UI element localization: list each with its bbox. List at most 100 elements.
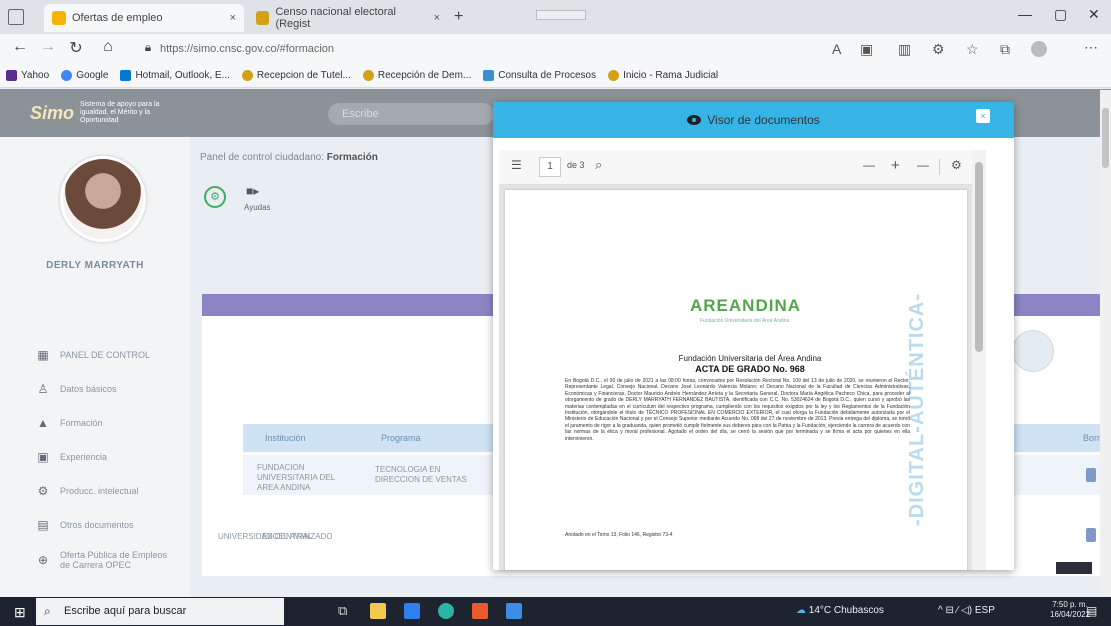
eye-icon [687,115,702,125]
lock-icon: 🔒︎ [144,40,152,54]
office-icon[interactable] [472,603,488,619]
tab-close-icon[interactable]: × [434,12,440,24]
zoom-in-button[interactable]: + [891,157,900,174]
logo-text: Sistema de apoyo para la igualdad, el Mé… [80,101,160,124]
sidebar-item-formacion[interactable]: ▲ Formación [36,416,102,430]
user-avatar[interactable] [60,156,146,242]
page-number-input[interactable]: 1 [539,157,561,177]
user-icon: ♙ [37,382,49,396]
new-tab-button[interactable]: + [454,8,463,26]
page-scrollbar-thumb[interactable] [1102,108,1109,168]
more-options-icon[interactable]: ⋯ [1084,39,1098,56]
taskbar-clock[interactable]: 7:50 p. m. 16/04/2022 [1050,600,1090,620]
tab-actions-icon[interactable] [8,9,24,25]
toolbar-divider [939,159,940,175]
notification-icon[interactable]: ▤ [1086,604,1097,618]
sidebar-item-datos-basicos[interactable]: ♙ Datos básicos [36,382,117,396]
sidebar-item-experiencia[interactable]: ▣ Experiencia [36,450,107,464]
favorites-bar: Yahoo Google Hotmail, Outlook, E... Rece… [0,64,1111,88]
cell-programa: EXCEL AVANZADO [262,532,333,541]
favorite-recepcion-demanda[interactable]: Recepción de Dem... [362,70,471,81]
favorites-star-icon[interactable]: ☆ [966,41,979,58]
edge-icon[interactable] [438,603,454,619]
reading-view-icon[interactable]: ▥ [898,41,911,58]
minimize-button[interactable]: — [1018,6,1032,22]
weather-icon: ☁ [796,605,806,616]
sidebar-item-opec[interactable]: ⊕ Oferta Pública de Empleos de Carrera OP… [36,550,176,570]
logo-mark: Simo [30,102,75,123]
viewer-close-button[interactable]: × [976,109,990,123]
areandina-logo: AREANDINA [690,296,801,315]
simo-favicon-icon [52,11,66,25]
tab-label: Censo nacional electoral (Regist [275,6,396,30]
fit-page-icon[interactable]: — [917,158,929,172]
home-icon[interactable]: ⌂ [98,38,118,56]
favorite-recepcion-tutela[interactable]: Recepcion de Tutel... [241,70,351,81]
favorite-google[interactable]: Google [61,70,108,81]
favorite-rama-judicial[interactable]: Inicio - Rama Judicial [608,70,718,81]
favorite-yahoo[interactable]: Yahoo [6,70,49,81]
tab-search-box[interactable] [536,10,586,20]
doc-institution: Fundación Universitaria del Área Andina [678,354,822,363]
maximize-button[interactable]: ▢ [1054,6,1067,23]
find-icon[interactable]: ⌕ [595,157,602,173]
tab-ofertas-de-empleo[interactable]: Ofertas de empleo × [44,4,244,32]
delete-icon[interactable] [1086,528,1096,542]
pdf-scrollbar-thumb[interactable] [975,162,983,352]
read-aloud-icon[interactable]: A [832,41,841,57]
dashboard-icon: ▦ [37,348,49,362]
collections-icon[interactable]: ▣ [860,41,873,58]
file-explorer-icon[interactable] [370,603,386,619]
settings-icon[interactable]: ⚙ [204,186,226,208]
search-input[interactable]: Escribe [328,103,494,125]
cell-programa: TECNOLOGIA EN DIRECCION DE VENTAS [375,465,467,484]
mail-icon[interactable] [506,603,522,619]
doc-footer: Anotado en el Tomo 13, Folio 146, Regist… [565,532,673,538]
cell-institucion: FUNDACION UNIVERSITARIA DEL AREA ANDINA [257,463,335,492]
viewer-header: Visor de documentos [493,102,1014,138]
tab-close-icon[interactable]: × [230,12,236,24]
task-view-icon[interactable]: ⧉ [338,603,347,619]
sidebar-item-otros-documentos[interactable]: ▤ Otros documentos [36,518,133,532]
document-icon [483,70,495,81]
video-icon[interactable]: ■▸ [246,184,259,198]
tab-censo-electoral[interactable]: Censo nacional electoral (Regist × [248,4,448,32]
weather-widget[interactable]: ☁ 14°C Chubascos [796,605,884,616]
forward-arrow-icon[interactable]: → [38,38,58,56]
sidebar-item-produccion-intelectual[interactable]: ⚙ Producc. intelectual [36,484,139,498]
viewer-title: Visor de documentos [707,113,820,127]
taskbar-search-input[interactable]: Escribe aquí para buscar [36,598,284,625]
windows-start-icon[interactable]: ⊞ [14,604,26,621]
registraduria-favicon-icon [256,11,270,25]
settings-icon[interactable]: ⚙ [951,158,962,172]
rama-judicial-icon [241,70,253,81]
rama-judicial-icon [608,70,620,81]
sidebar-item-panel-de-control[interactable]: ▦ PANEL DE CONTROL [36,348,150,362]
globe-icon: ⊕ [37,553,49,567]
close-window-button[interactable]: ✕ [1088,6,1100,23]
areandina-logo-subtitle: Fundación Universitaria del Área Andina [700,318,790,324]
page-total: de 3 [567,160,585,170]
zoom-out-button[interactable]: — [863,158,875,172]
education-icon: ▲ [37,416,49,430]
breadcrumb-current: Formación [326,152,378,163]
url-field[interactable]: https://simo.cnsc.gov.co/#formacion [160,39,760,59]
system-tray[interactable]: ^ ⊟ ⁄ ◁) ESP [938,605,995,616]
back-arrow-icon[interactable]: ← [10,38,30,56]
simo-logo[interactable]: Simo Sistema de apoyo para la igualdad, … [30,101,170,125]
contents-menu-icon[interactable]: ☰ [511,158,522,172]
delete-icon[interactable] [1086,468,1096,482]
profile-avatar[interactable] [1031,41,1047,57]
yahoo-icon [6,70,17,81]
store-icon[interactable] [404,603,420,619]
extensions-icon[interactable]: ⚙ [932,41,945,58]
refresh-icon[interactable]: ↻ [66,38,86,58]
search-icon: ⌕ [44,604,51,618]
rama-judicial-icon [362,70,374,81]
favorite-consulta-procesos[interactable]: Consulta de Procesos [483,70,596,81]
ayudas-label[interactable]: Ayudas [244,203,271,212]
status-badge [1056,562,1092,574]
favorite-hotmail[interactable]: Hotmail, Outlook, E... [120,70,230,81]
add-button[interactable] [1012,330,1054,372]
collections-add-icon[interactable]: ⧉ [1000,41,1010,58]
